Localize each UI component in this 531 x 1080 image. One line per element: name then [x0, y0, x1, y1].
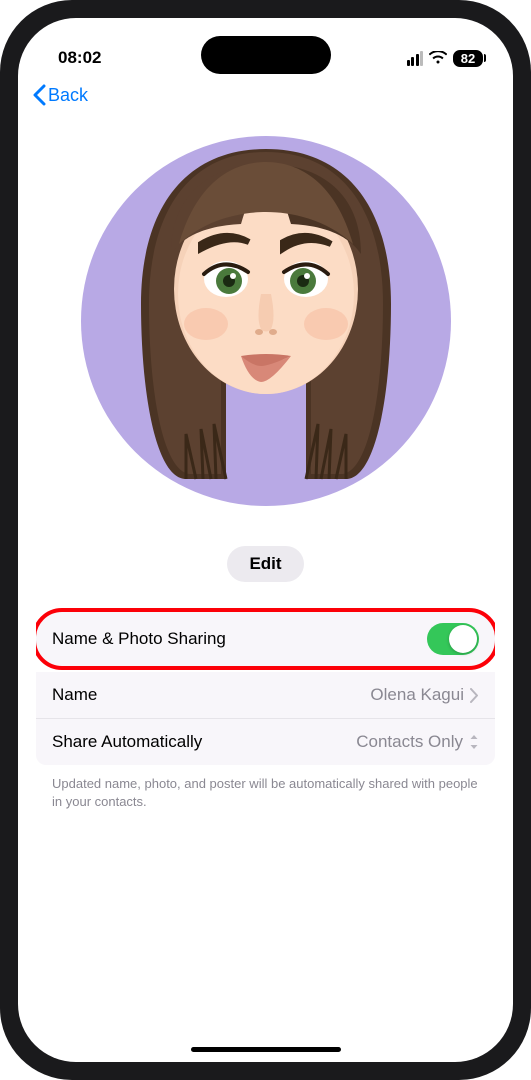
name-value: Olena Kagui: [370, 685, 464, 705]
footer-text: Updated name, photo, and poster will be …: [18, 765, 513, 811]
edit-button[interactable]: Edit: [227, 546, 303, 582]
row-name-photo-sharing[interactable]: Name & Photo Sharing: [36, 608, 495, 670]
dynamic-island: [201, 36, 331, 74]
avatar[interactable]: [81, 136, 451, 506]
nav-bar: Back: [18, 76, 513, 116]
share-auto-value: Contacts Only: [356, 732, 463, 752]
back-button[interactable]: Back: [32, 84, 88, 106]
back-label: Back: [48, 85, 88, 106]
home-indicator[interactable]: [191, 1047, 341, 1052]
row-share-automatically[interactable]: Share Automatically Contacts Only: [36, 719, 495, 765]
chevron-right-icon: [470, 688, 479, 703]
sharing-toggle[interactable]: [427, 623, 479, 655]
share-auto-label: Share Automatically: [52, 732, 202, 752]
wifi-icon: [429, 51, 447, 65]
sharing-label: Name & Photo Sharing: [52, 629, 226, 649]
settings-group: Name & Photo Sharing Name Olena Kagui Sh…: [36, 608, 495, 765]
avatar-section: [18, 116, 513, 516]
name-label: Name: [52, 685, 97, 705]
screen: 08:02 82 Back: [18, 18, 513, 1062]
memoji-avatar: [111, 134, 421, 494]
chevron-left-icon: [32, 84, 46, 106]
status-time: 08:02: [58, 48, 101, 68]
signal-icon: [407, 51, 424, 66]
battery-icon: 82: [453, 50, 483, 67]
up-down-icon: [469, 734, 479, 750]
row-name[interactable]: Name Olena Kagui: [36, 672, 495, 719]
phone-frame: 08:02 82 Back: [0, 0, 531, 1080]
